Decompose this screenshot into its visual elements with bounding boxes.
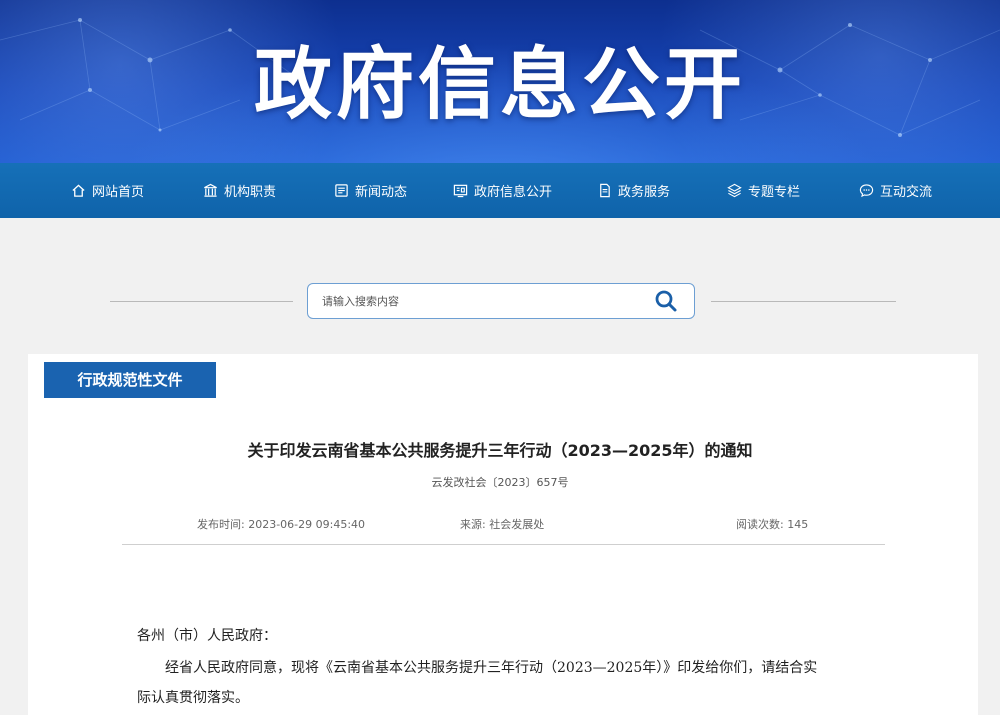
views-label: 阅读次数: (736, 518, 784, 531)
building-icon (204, 183, 217, 197)
nav-item-organization[interactable]: 机构职责 (203, 163, 276, 218)
banner-title: 政府信息公开 (253, 40, 746, 130)
nav-item-interaction[interactable]: 互动交流 (859, 163, 932, 218)
nav-item-news[interactable]: 新闻动态 (334, 163, 407, 218)
search-bar (307, 283, 695, 319)
main-nav: 网站首页 机构职责 新闻动态 政府信息公开 政务服务 专题专栏 互动交流 (0, 163, 1000, 218)
nav-label: 新闻动态 (355, 185, 408, 200)
meta-divider (122, 544, 885, 545)
nav-label: 专题专栏 (748, 185, 801, 200)
nav-label: 网站首页 (92, 185, 145, 200)
news-icon (335, 184, 348, 197)
search-divider-right (711, 301, 896, 302)
info-board-icon (453, 184, 468, 198)
nav-item-services[interactable]: 政务服务 (597, 163, 670, 218)
nav-label: 机构职责 (224, 185, 277, 200)
salutation: 各州（市）人民政府： (137, 628, 277, 644)
header-banner: 政府信息公开 (0, 0, 1000, 163)
home-icon (72, 184, 85, 197)
layers-icon (727, 183, 742, 198)
publish-label: 发布时间: (197, 518, 245, 531)
document-title: 关于印发云南省基本公共服务提升三年行动（2023—2025年）的通知 (247, 441, 753, 460)
search-input[interactable] (320, 284, 644, 319)
document-number: 云发改社会〔2023〕657号 (431, 476, 569, 489)
nav-item-info-disclosure[interactable]: 政府信息公开 (453, 163, 552, 218)
views-value: 145 (787, 518, 809, 531)
source-value: 社会发展处 (489, 518, 545, 531)
chat-icon (859, 184, 874, 198)
paragraph: 经省人民政府同意，现将《云南省基本公共服务提升三年行动（2023—2025年）》… (165, 660, 818, 676)
section-tag: 行政规范性文件 (44, 362, 216, 398)
search-divider-left (110, 301, 293, 302)
nav-label: 互动交流 (880, 185, 933, 200)
document-icon (600, 183, 610, 198)
paragraph-continuation: 际认真贯彻落实。 (137, 690, 249, 706)
search-icon[interactable] (654, 289, 678, 313)
source: 来源: 社会发展处 (460, 516, 544, 532)
publish-time: 发布时间: 2023-06-29 09:45:40 (197, 516, 365, 532)
view-count: 阅读次数: 145 (736, 516, 808, 532)
nav-label: 政务服务 (618, 185, 671, 200)
nav-item-special-topics[interactable]: 专题专栏 (727, 163, 800, 218)
publish-value: 2023-06-29 09:45:40 (248, 518, 366, 531)
nav-label: 政府信息公开 (474, 185, 553, 200)
source-label: 来源: (460, 518, 486, 531)
nav-item-home[interactable]: 网站首页 (71, 163, 144, 218)
